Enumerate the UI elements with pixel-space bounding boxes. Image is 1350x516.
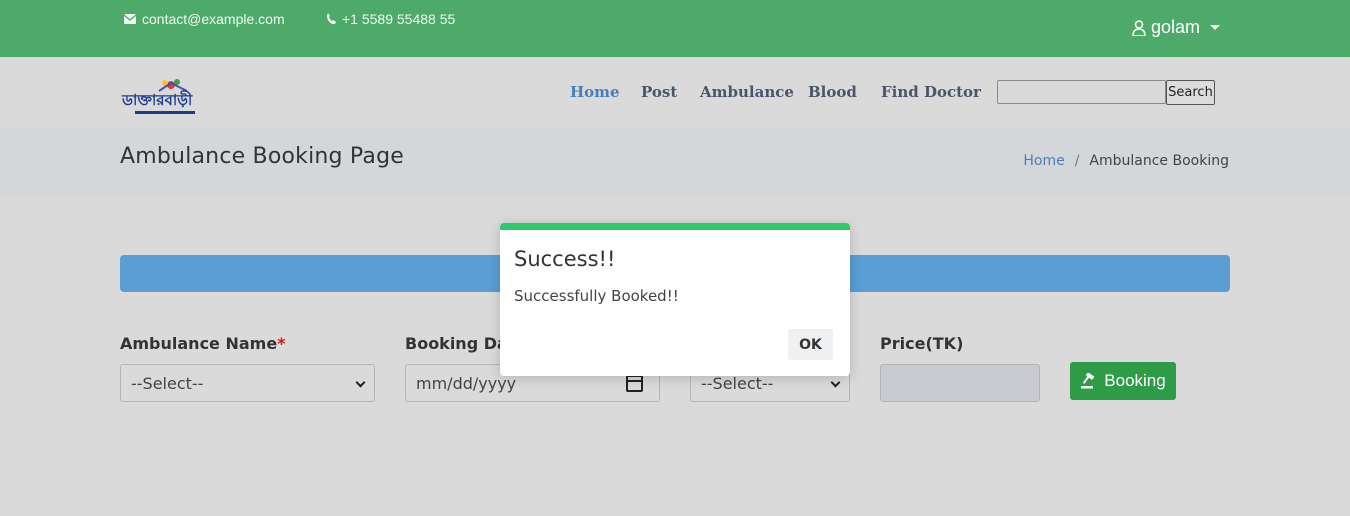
required-mark: * [277, 334, 286, 353]
ambulance-name-label: Ambulance Name* [120, 334, 286, 353]
page-title: Ambulance Booking Page [120, 144, 404, 169]
breadcrumb-separator: / [1074, 153, 1080, 169]
contact-email[interactable]: contact@example.com [124, 11, 285, 27]
ambulance-name-value: --Select-- [131, 373, 204, 393]
gavel-icon [1081, 373, 1095, 389]
chevron-down-icon [355, 377, 366, 388]
nav-home[interactable]: Home [570, 83, 620, 101]
page-header-band: Ambulance Booking Page Home / Ambulance … [0, 128, 1350, 195]
phone-icon [327, 13, 336, 25]
nav-blood[interactable]: Blood [808, 83, 857, 101]
booking-button[interactable]: Booking [1070, 362, 1176, 400]
search-button[interactable]: Search [1166, 80, 1215, 105]
dialog-title: Success!! [514, 247, 616, 271]
price-label: Price(TK) [880, 334, 964, 353]
user-menu[interactable]: golam [1132, 17, 1221, 38]
ambulance-name-label-text: Ambulance Name [120, 334, 278, 353]
calendar-icon[interactable] [626, 375, 643, 392]
price-field [880, 364, 1040, 402]
envelope-icon [124, 14, 136, 24]
chevron-down-icon [1210, 25, 1221, 30]
ambulance-name-select[interactable]: --Select-- [120, 364, 375, 402]
nav-find-doctor[interactable]: Find Doctor [881, 83, 981, 101]
booking-date-placeholder: mm/dd/yyyy [416, 373, 517, 393]
booking-button-label: Booking [1104, 371, 1166, 390]
user-name: golam [1151, 17, 1201, 37]
breadcrumb: Home / Ambulance Booking [1023, 153, 1229, 169]
top-contact-bar: contact@example.com +1 5589 55488 55 gol… [0, 0, 1350, 57]
chevron-down-icon [830, 377, 841, 388]
user-doctor-icon [1132, 19, 1146, 36]
site-logo[interactable]: ডাক্তারবাড়ী [121, 77, 201, 119]
main-navbar: ডাক্তারবাড়ী Home Post Ambulance Blood F… [0, 57, 1350, 128]
breadcrumb-current: Ambulance Booking [1089, 153, 1229, 169]
email-text: contact@example.com [142, 11, 285, 27]
success-dialog: Success!! Successfully Booked!! OK [500, 223, 850, 376]
dialog-message: Successfully Booked!! [514, 287, 679, 305]
dialog-accent-stripe [500, 223, 850, 230]
nav-ambulance[interactable]: Ambulance [700, 83, 794, 101]
third-select-value: --Select-- [701, 373, 774, 393]
phone-text: +1 5589 55488 55 [342, 11, 456, 27]
search-input[interactable] [997, 80, 1166, 104]
contact-phone[interactable]: +1 5589 55488 55 [326, 11, 455, 27]
breadcrumb-home-link[interactable]: Home [1023, 153, 1064, 169]
ok-button[interactable]: OK [788, 329, 833, 360]
nav-post[interactable]: Post [641, 83, 677, 101]
logo-wordmark: ডাক্তারবাড়ী [121, 90, 193, 109]
